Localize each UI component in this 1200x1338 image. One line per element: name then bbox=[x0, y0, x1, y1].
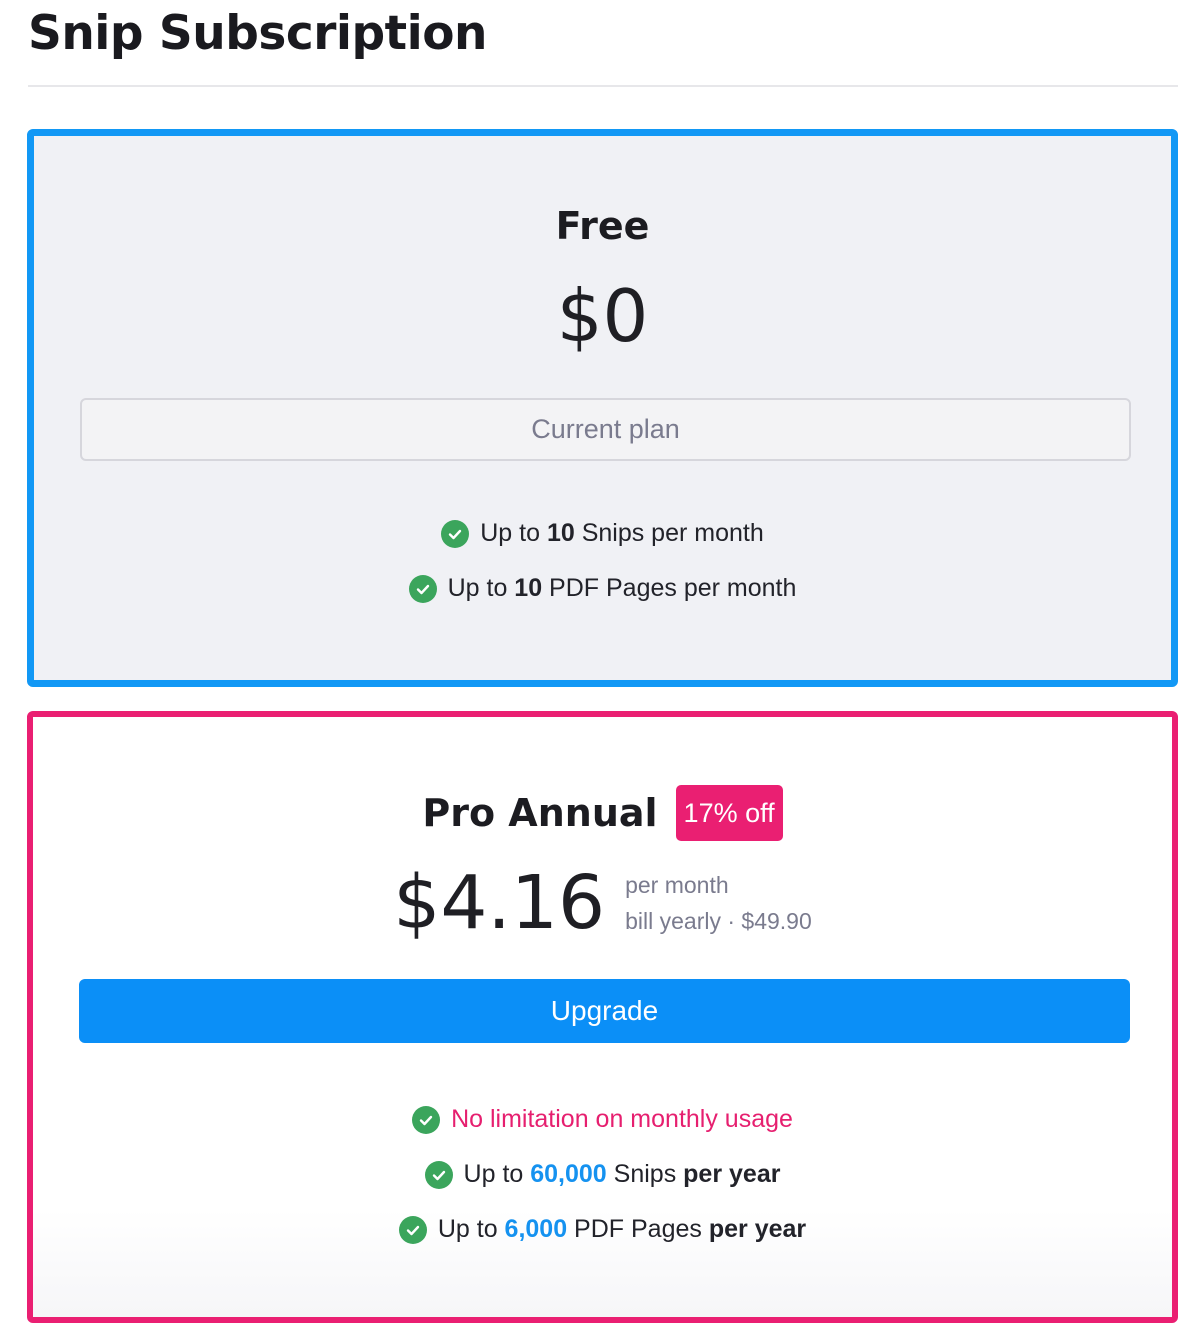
feature-value: 6,000 bbox=[504, 1215, 568, 1243]
feature-prefix: Up to bbox=[437, 1215, 505, 1243]
feature-emphasis: per year bbox=[683, 1160, 781, 1188]
price-period: per month bbox=[625, 872, 729, 898]
page-title: Snip Subscription bbox=[28, 6, 487, 61]
plan-name: Pro Annual bbox=[422, 791, 658, 835]
plan-card-pro-annual: Pro Annual 17% off $4.16 per month bill … bbox=[27, 711, 1178, 1323]
feature-text: Up to 10 PDF Pages per month bbox=[448, 574, 797, 603]
feature-list: Up to 10 Snips per month Up to 10 PDF Pa… bbox=[34, 506, 1171, 616]
price-meta: per month bill yearly · $49.90 bbox=[625, 867, 812, 939]
check-circle-icon bbox=[408, 574, 437, 603]
feature-suffix: PDF Pages per month bbox=[542, 574, 797, 602]
feature-list: No limitation on monthly usage Up to 60,… bbox=[33, 1092, 1172, 1257]
feature-emphasis: per year bbox=[708, 1215, 807, 1243]
discount-badge: 17% off bbox=[675, 785, 783, 841]
feature-prefix: Up to bbox=[447, 574, 515, 602]
plan-card-free: Free $0 Current plan Up to 10 Snips per … bbox=[27, 129, 1178, 687]
subscription-page: Snip Subscription Free $0 Current plan U… bbox=[0, 0, 1200, 1338]
plan-name: Free bbox=[555, 204, 650, 248]
check-circle-icon bbox=[424, 1160, 453, 1189]
plan-price: $4.16 bbox=[393, 860, 606, 946]
feature-text: Up to 6,000 PDF Pages per year bbox=[438, 1215, 806, 1244]
billing-note: bill yearly · $49.90 bbox=[625, 908, 812, 934]
feature-item: Up to 10 Snips per month bbox=[34, 506, 1171, 561]
feature-middle: PDF Pages bbox=[567, 1215, 709, 1243]
title-divider bbox=[28, 85, 1178, 87]
feature-item: Up to 6,000 PDF Pages per year bbox=[33, 1202, 1172, 1257]
feature-value: 60,000 bbox=[530, 1160, 607, 1188]
feature-prefix: Up to bbox=[463, 1160, 531, 1188]
feature-value: 10 bbox=[514, 574, 543, 602]
feature-item: Up to 10 PDF Pages per month bbox=[34, 561, 1171, 616]
feature-middle: Snips bbox=[606, 1160, 684, 1188]
feature-suffix: Snips per month bbox=[574, 519, 764, 547]
upgrade-button[interactable]: Upgrade bbox=[79, 979, 1130, 1043]
feature-prefix: Up to bbox=[480, 519, 547, 547]
current-plan-button[interactable]: Current plan bbox=[80, 398, 1131, 461]
feature-text: Up to 60,000 Snips per year bbox=[464, 1160, 781, 1189]
feature-text: No limitation on monthly usage bbox=[451, 1105, 793, 1133]
feature-text: Up to 10 Snips per month bbox=[480, 519, 764, 548]
check-circle-icon bbox=[412, 1105, 441, 1134]
check-circle-icon bbox=[441, 519, 470, 548]
price-row: $4.16 per month bill yearly · $49.90 bbox=[33, 860, 1172, 946]
plan-price: $0 bbox=[556, 274, 649, 358]
check-circle-icon bbox=[398, 1215, 427, 1244]
plan-header: Pro Annual 17% off bbox=[33, 785, 1172, 841]
feature-value: 10 bbox=[546, 519, 575, 547]
feature-item: Up to 60,000 Snips per year bbox=[33, 1147, 1172, 1202]
feature-item: No limitation on monthly usage bbox=[33, 1092, 1172, 1147]
